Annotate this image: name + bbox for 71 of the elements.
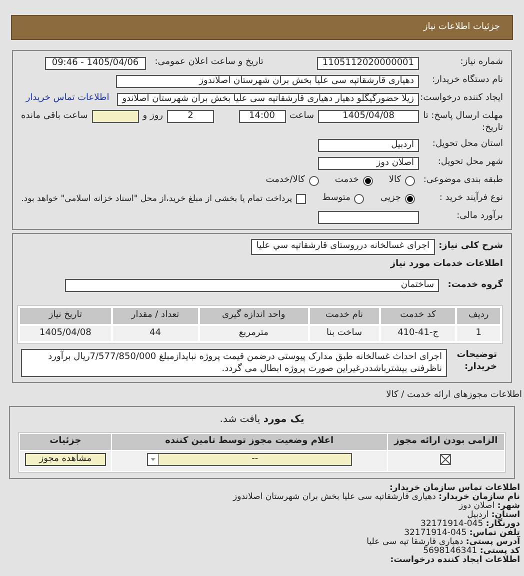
contact-line: آدرس پستی: دهیاری قارشقا تپه سی علیا xyxy=(366,538,520,546)
column-header: الزامی بودن ارائه مجوز xyxy=(388,434,504,450)
text-field[interactable]: 1405/04/06 - 09:46 xyxy=(44,56,146,70)
table-cell: 1 xyxy=(457,326,500,341)
radio-button[interactable] xyxy=(405,194,415,204)
checkbox[interactable] xyxy=(440,454,452,465)
field-label: توضیحات خریدار: xyxy=(456,349,497,373)
column-header: نام خدمت xyxy=(310,308,379,324)
field-label: نوع فرآیند خرید : xyxy=(438,192,503,206)
text-field[interactable]: ساختمان xyxy=(65,278,439,292)
text-field[interactable]: 1405/04/08 xyxy=(318,110,419,123)
contact-heading: اطلاعات تماس سازمان خریدار: xyxy=(390,484,520,492)
section-title: اطلاعات مجوزهای ارائه خدمت / کالا xyxy=(385,389,522,402)
radio-label: متوسط xyxy=(322,192,350,206)
text-field[interactable]: 1105112020000001 xyxy=(317,56,419,70)
field-label: ایجاد کننده درخواست: xyxy=(423,92,503,106)
field-label: ساعت باقی مانده xyxy=(21,110,88,123)
field-label: طبقه بندی موضوعی: xyxy=(423,174,503,188)
radio-label: کالا/خدمت xyxy=(266,174,305,188)
table-cell: ساخت بنا xyxy=(310,326,379,341)
field-label: برآورد مالی: xyxy=(456,210,503,224)
table-cell: ج-41-410 xyxy=(380,326,456,341)
contact-link[interactable]: اطلاعات تماس خریدار xyxy=(26,92,110,106)
radio-button[interactable] xyxy=(308,176,319,186)
text-field[interactable]: 14:00 xyxy=(238,110,286,123)
summary-field: اجرای غسالخانه درروستای قارشقاتپه سي علیا xyxy=(251,239,435,255)
result-count: یک مورد یافت شد. xyxy=(220,412,304,426)
field-label: ساعت xyxy=(290,110,314,123)
field-label: استان محل تحویل: xyxy=(431,138,503,152)
table-cell: 1405/04/08 xyxy=(20,326,111,341)
column-header: تعداد / مقدار xyxy=(112,308,198,324)
checkbox[interactable] xyxy=(296,194,306,204)
field-label: تاریخ و ساعت اعلان عمومی: xyxy=(154,56,264,70)
payment-note: پرداخت تمام یا بخشی از مبلغ خرید،از محل "اسناد خزانه اسلامی" خواهد بود. xyxy=(21,192,292,206)
contact-line: استان: اردبیل xyxy=(467,510,520,520)
column-header: تاریخ نیاز xyxy=(20,308,111,324)
estimate-field[interactable] xyxy=(318,210,419,224)
contact-line: نام سازمان خریدار: دهیاری قارشقاتپه سی علیا بخش بران شهرستان اصلاندوز xyxy=(233,492,520,502)
view-license-button[interactable]: مشاهده مجوز xyxy=(24,453,106,466)
remaining-hours-field[interactable] xyxy=(92,110,139,123)
text-field[interactable]: زیلا حضورگیگلو دهیار دهیاری قارشقاتپه سی علیا بخش بران شهرستان اصلاندو xyxy=(117,92,419,106)
radio-label: کالا xyxy=(388,174,401,188)
text-field[interactable]: اردبیل xyxy=(318,138,419,152)
field-label: روز و xyxy=(142,110,164,123)
contact-heading: اطلاعات ایجاد کننده درخواست: xyxy=(390,556,520,564)
radio-button[interactable] xyxy=(405,176,415,186)
field-label: شماره نیاز: xyxy=(459,56,503,70)
radio-button[interactable] xyxy=(362,176,373,186)
column-header: جزئیات xyxy=(20,434,111,450)
field-label: گروه خدمت: xyxy=(446,278,503,292)
radio-button[interactable] xyxy=(354,194,364,204)
field-label: نام دستگاه خریدار: xyxy=(431,74,503,88)
radio-label: جزیی xyxy=(380,192,401,206)
field-label: شهر محل تحویل: xyxy=(436,156,503,170)
column-header: اعلام وضعیت مجوز توسط تامین کننده xyxy=(112,434,387,450)
status-dropdown[interactable]: -- xyxy=(146,453,352,466)
page-title: جزئیات اطلاعات نیاز xyxy=(423,20,500,34)
text-field[interactable]: 2 xyxy=(167,110,214,123)
section-title: اطلاعات خدمات مورد نیاز xyxy=(389,258,503,271)
table-cell: 44 xyxy=(112,326,198,341)
field-label: مهلت ارسال پاسخ: تا تاریخ: xyxy=(423,110,503,134)
text-field[interactable]: دهیاری قارشقاتپه سی علیا بخش بران شهرستان اصلاندوز xyxy=(116,74,419,88)
contact-line: شهر: اصلان دوز xyxy=(459,502,520,510)
field-label: شرح کلی نیاز: xyxy=(438,240,503,254)
description-box: اجرای احداث غسالخانه طبق مدارک پیوستی درضمن قیمت پروژه نبایدازمبلغ 7/577/850/000ریال برآورد ناظرفنی بیشترباشددرغیراین صورت پروژه ابطال می گردد. xyxy=(21,349,447,377)
table-cell: مترمربع xyxy=(200,326,308,341)
radio-label: خدمت xyxy=(334,174,359,188)
column-header: واحد اندازه گیری xyxy=(200,308,308,324)
column-header: کد خدمت xyxy=(380,308,456,324)
text-field[interactable]: اصلان دوز xyxy=(318,156,419,170)
column-header: ردیف xyxy=(457,308,500,324)
